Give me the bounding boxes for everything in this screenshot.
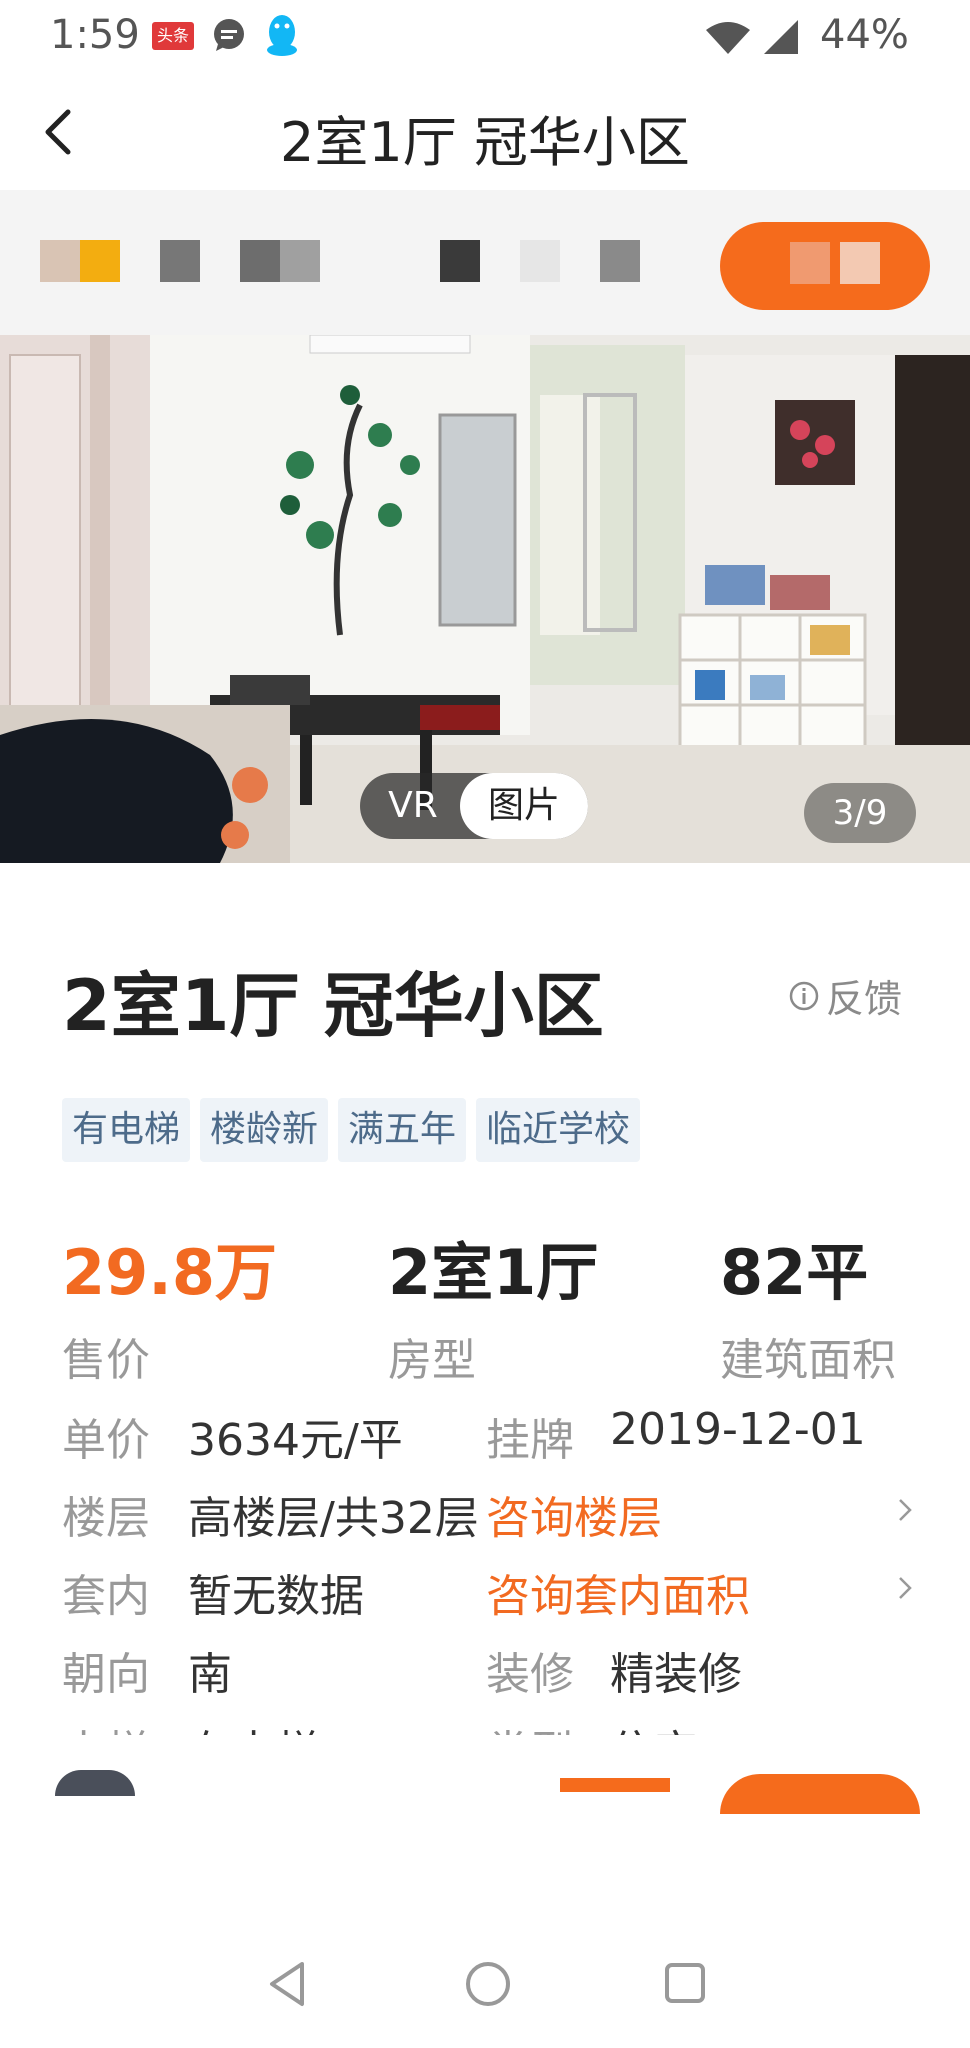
feature-tags: 有电梯 楼龄新 满五年 临近学校 bbox=[62, 1098, 650, 1162]
title-bar: 2室1厅 冠华小区 bbox=[0, 72, 970, 190]
tag: 满五年 bbox=[338, 1098, 467, 1162]
obscured-block bbox=[440, 240, 480, 282]
battery-percent: 44% bbox=[820, 12, 909, 58]
signal-icon bbox=[764, 20, 798, 54]
decoration-label: 装修 bbox=[486, 1649, 574, 1700]
status-time: 1:59 bbox=[50, 12, 140, 58]
tag: 楼龄新 bbox=[200, 1098, 329, 1162]
obscured-block bbox=[160, 240, 200, 282]
status-bar: 1:59 头条 44% bbox=[0, 0, 970, 72]
listing-title: 2室1厅 冠华小区 bbox=[62, 965, 604, 1047]
detail-row-orientation: 朝向 南 装修 精装修 bbox=[62, 1638, 922, 1700]
obscured-block bbox=[280, 240, 320, 282]
consult-inner-area-link[interactable]: 咨询套内面积 bbox=[486, 1560, 750, 1624]
obscured-block bbox=[80, 240, 120, 282]
unit-price-label: 单价 bbox=[62, 1415, 150, 1466]
nav-back-icon[interactable] bbox=[262, 1958, 314, 2010]
avatar[interactable] bbox=[55, 1770, 135, 1796]
photo-counter: 3/9 bbox=[804, 783, 916, 843]
layout-value: 2室1厅 bbox=[388, 1236, 599, 1309]
floor-label: 楼层 bbox=[62, 1493, 150, 1544]
nav-recent-icon[interactable] bbox=[660, 1958, 710, 2008]
feedback-label: 反馈 bbox=[826, 977, 903, 1021]
listed-value: 2019-12-01 bbox=[610, 1404, 866, 1455]
qq-icon bbox=[267, 15, 297, 56]
obscured-block bbox=[600, 240, 640, 282]
vr-tab[interactable]: VR bbox=[360, 773, 466, 839]
wifi-icon bbox=[706, 22, 750, 54]
obscured-toolbar bbox=[0, 190, 970, 335]
tag: 临近学校 bbox=[476, 1098, 641, 1162]
listed-label: 挂牌 bbox=[486, 1415, 574, 1466]
nav-home-icon[interactable] bbox=[460, 1956, 516, 2012]
obscured-block bbox=[790, 242, 830, 284]
obscured-block bbox=[840, 242, 880, 284]
consult-floor-link[interactable]: 咨询楼层 bbox=[486, 1482, 662, 1546]
info-icon bbox=[789, 981, 819, 1010]
detail-row-inner-area[interactable]: 套内 暂无数据 咨询套内面积 bbox=[62, 1560, 922, 1622]
detail-row-price: 单价 3634元/平 挂牌 2019-12-01 bbox=[62, 1404, 922, 1466]
layout-label: 房型 bbox=[388, 1335, 476, 1386]
obscured-button[interactable] bbox=[720, 1774, 920, 1814]
obscured-button[interactable] bbox=[560, 1778, 670, 1792]
media-type-toggle: VR 图片 bbox=[360, 773, 588, 839]
news-icon: 头条 bbox=[152, 22, 194, 50]
price-value: 29.8万 bbox=[62, 1236, 277, 1309]
page-title: 2室1厅 冠华小区 bbox=[280, 111, 690, 174]
unit-price-value: 3634元/平 bbox=[188, 1415, 403, 1466]
price-stat: 29.8万 售价 bbox=[62, 1222, 277, 1388]
chevron-right-icon[interactable] bbox=[892, 1568, 918, 1608]
orientation-label: 朝向 bbox=[62, 1649, 150, 1700]
system-nav-bar bbox=[0, 1920, 970, 2048]
tag: 有电梯 bbox=[62, 1098, 191, 1162]
detail-row-floor[interactable]: 楼层 高楼层/共32层 咨询楼层 bbox=[62, 1482, 922, 1544]
photo-tab[interactable]: 图片 bbox=[460, 773, 588, 839]
obscured-action-bar bbox=[0, 1760, 970, 1900]
feedback-button[interactable]: 反馈 bbox=[788, 968, 902, 1023]
floor-value: 高楼层/共32层 bbox=[188, 1493, 479, 1544]
listing-photo[interactable]: VR 图片 3/9 bbox=[0, 335, 970, 863]
area-stat: 82平 建筑面积 bbox=[720, 1222, 896, 1388]
message-icon bbox=[214, 19, 244, 51]
inner-area-value: 暂无数据 bbox=[188, 1571, 364, 1622]
obscured-block bbox=[520, 240, 560, 282]
price-label: 售价 bbox=[62, 1335, 150, 1386]
decoration-value: 精装修 bbox=[610, 1649, 742, 1700]
inner-area-label: 套内 bbox=[62, 1571, 150, 1622]
area-label: 建筑面积 bbox=[720, 1335, 896, 1386]
chevron-right-icon[interactable] bbox=[892, 1490, 918, 1530]
layout-stat: 2室1厅 房型 bbox=[388, 1222, 598, 1388]
orientation-value: 南 bbox=[188, 1649, 232, 1700]
area-value: 82平 bbox=[720, 1236, 869, 1309]
obscured-block bbox=[240, 240, 280, 282]
obscured-block bbox=[40, 240, 80, 282]
